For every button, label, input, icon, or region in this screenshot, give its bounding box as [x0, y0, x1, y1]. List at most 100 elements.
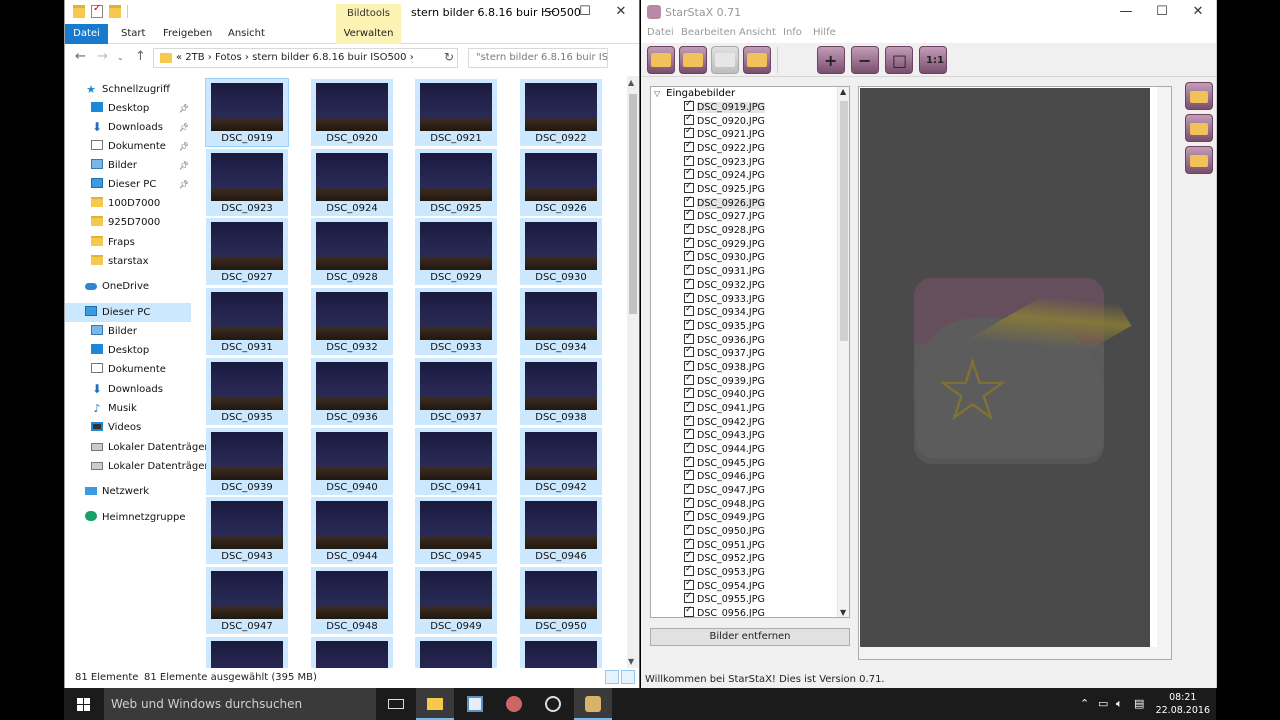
file-list-item[interactable]: DSC_0925.JPG	[684, 180, 765, 197]
properties-icon[interactable]	[91, 3, 103, 18]
pin-icon[interactable]: 📌︎	[179, 99, 189, 118]
file-list-item[interactable]: DSC_0951.JPG	[684, 536, 765, 553]
sidebar-item-dieser-pc[interactable]: Dieser PC 📌︎	[65, 175, 191, 194]
preview-vertical-scrollbar[interactable]	[1157, 87, 1171, 659]
file-list-item[interactable]: DSC_0940.JPG	[684, 385, 765, 402]
notepad-taskbar-button[interactable]	[456, 688, 494, 720]
collapse-icon[interactable]: ▽	[654, 89, 660, 98]
back-arrow-icon[interactable]: ←	[75, 49, 86, 64]
image-thumbnail[interactable]: DSC_0919	[205, 78, 289, 147]
file-checkbox[interactable]	[684, 248, 694, 262]
file-explorer-taskbar-button[interactable]	[416, 688, 454, 720]
sidebar-item-schnellzugriff[interactable]: ★ Schnellzugriff	[65, 80, 191, 99]
file-list-item[interactable]: DSC_0919.JPG	[684, 98, 765, 115]
file-checkbox[interactable]	[684, 590, 694, 604]
pin-icon[interactable]: 📌︎	[179, 118, 189, 137]
image-thumbnail[interactable]: DSC_0922	[520, 79, 602, 146]
close-button[interactable]: ✕	[603, 0, 639, 24]
file-list-item[interactable]: DSC_0924.JPG	[684, 166, 765, 183]
file-list-item[interactable]: DSC_0923.JPG	[684, 153, 765, 170]
large-icons-view-icon[interactable]	[621, 670, 635, 684]
menu-datei[interactable]: Datei	[647, 27, 674, 38]
file-checkbox[interactable]	[684, 467, 694, 481]
file-checkbox[interactable]	[684, 139, 694, 153]
file-list-item[interactable]: DSC_0948.JPG	[684, 495, 765, 512]
scrollbar-thumb[interactable]	[840, 101, 848, 341]
sidebar-item-fraps[interactable]: Fraps	[65, 233, 191, 252]
tab-verwalten[interactable]: Verwalten	[336, 24, 401, 44]
file-checkbox[interactable]	[684, 358, 694, 372]
file-checkbox[interactable]	[684, 153, 694, 166]
file-checkbox[interactable]	[684, 331, 694, 344]
sidebar-item-dieser-pc[interactable]: Dieser PC	[65, 303, 191, 322]
image-thumbnail[interactable]: DSC_0923	[206, 148, 288, 216]
scroll-up-icon[interactable]: ▲	[840, 87, 846, 96]
file-checkbox[interactable]	[684, 536, 694, 549]
file-list-item[interactable]: DSC_0943.JPG	[684, 426, 765, 443]
file-checkbox[interactable]	[684, 413, 694, 426]
file-list-item[interactable]: DSC_0926.JPG	[684, 194, 765, 211]
image-thumbnail[interactable]: DSC_0944	[311, 497, 393, 565]
image-thumbnail[interactable]	[520, 636, 602, 668]
file-list-item[interactable]: DSC_0952.JPG	[684, 549, 765, 566]
file-list-item[interactable]: DSC_0950.JPG	[684, 522, 765, 539]
close-button[interactable]: ✕	[1180, 0, 1216, 24]
file-list-item[interactable]: DSC_0932.JPG	[684, 276, 765, 293]
scroll-down-icon[interactable]: ▼	[628, 657, 634, 666]
file-list-item[interactable]: DSC_0929.JPG	[684, 235, 765, 252]
file-list-item[interactable]: DSC_0920.JPG	[684, 112, 765, 129]
image-thumbnail[interactable]: DSC_0942	[520, 427, 602, 495]
sidebar-item-100d7000[interactable]: 100D7000	[65, 194, 191, 213]
file-checkbox[interactable]	[684, 194, 694, 207]
search-input[interactable]: "stern bilder 6.8.16 buir ISO50...	[468, 48, 608, 68]
menu-info[interactable]: Info	[783, 27, 802, 38]
sidebar-item-desktop[interactable]: Desktop	[65, 341, 191, 360]
image-thumbnail[interactable]: DSC_0934	[520, 288, 602, 356]
task-view-button[interactable]	[377, 688, 415, 720]
tab-start[interactable]: Start	[121, 24, 145, 44]
zoom-out-button[interactable]: −	[851, 46, 879, 74]
open-dark-frames-button[interactable]	[679, 46, 707, 74]
file-list-item[interactable]: DSC_0946.JPG	[684, 467, 765, 484]
file-list-item[interactable]: DSC_0944.JPG	[684, 440, 765, 457]
file-checkbox[interactable]	[684, 98, 694, 112]
image-thumbnail[interactable]: DSC_0931	[206, 288, 288, 356]
file-checkbox[interactable]	[684, 549, 694, 563]
file-list-item[interactable]: DSC_0930.JPG	[684, 248, 765, 265]
image-thumbnail[interactable]: DSC_0925	[415, 148, 497, 216]
image-thumbnail[interactable]: DSC_0929	[415, 218, 497, 286]
sidebar-item-925d7000[interactable]: 925D7000	[65, 213, 191, 232]
sidebar-item-downloads[interactable]: ⬇ Downloads	[65, 380, 191, 399]
pin-icon[interactable]: 📌︎	[179, 156, 189, 175]
image-thumbnail[interactable]: DSC_0920	[311, 79, 393, 146]
file-checkbox[interactable]	[684, 454, 694, 467]
new-folder-icon[interactable]	[109, 5, 121, 18]
file-checkbox[interactable]	[684, 221, 694, 235]
gap-filling-button[interactable]	[1185, 114, 1213, 142]
network-icon[interactable]: ▭	[1098, 697, 1108, 710]
image-thumbnail[interactable]: DSC_0949	[415, 566, 497, 634]
image-thumbnail[interactable]: DSC_0927	[206, 218, 288, 286]
image-thumbnail[interactable]: DSC_0948	[311, 566, 393, 634]
tree-root[interactable]: ▽ Eingabebilder	[654, 88, 735, 99]
sidebar-item-onedrive[interactable]: OneDrive	[65, 277, 191, 296]
notifications-icon[interactable]: ▤	[1134, 697, 1144, 710]
image-thumbnail[interactable]: DSC_0921	[415, 79, 497, 146]
refresh-icon[interactable]: ↻	[444, 50, 454, 64]
file-list-item[interactable]: DSC_0945.JPG	[684, 454, 765, 471]
image-thumbnail[interactable]	[311, 636, 393, 668]
file-list-item[interactable]: DSC_0931.JPG	[684, 262, 765, 279]
file-checkbox[interactable]	[684, 481, 694, 495]
file-checkbox[interactable]	[684, 372, 694, 385]
output-button[interactable]	[1185, 146, 1213, 174]
sidebar-item-bilder[interactable]: Bilder 📌︎	[65, 156, 191, 175]
file-list-item[interactable]: DSC_0947.JPG	[684, 481, 765, 498]
file-checkbox[interactable]	[684, 604, 694, 617]
file-checkbox[interactable]	[684, 426, 694, 440]
open-images-button[interactable]	[647, 46, 675, 74]
file-checkbox[interactable]	[684, 317, 694, 331]
sidebar-item-starstax[interactable]: starstax	[65, 252, 191, 271]
start-button[interactable]	[64, 688, 104, 720]
file-list-item[interactable]: DSC_0927.JPG	[684, 207, 765, 224]
file-list-item[interactable]: DSC_0954.JPG	[684, 577, 765, 594]
